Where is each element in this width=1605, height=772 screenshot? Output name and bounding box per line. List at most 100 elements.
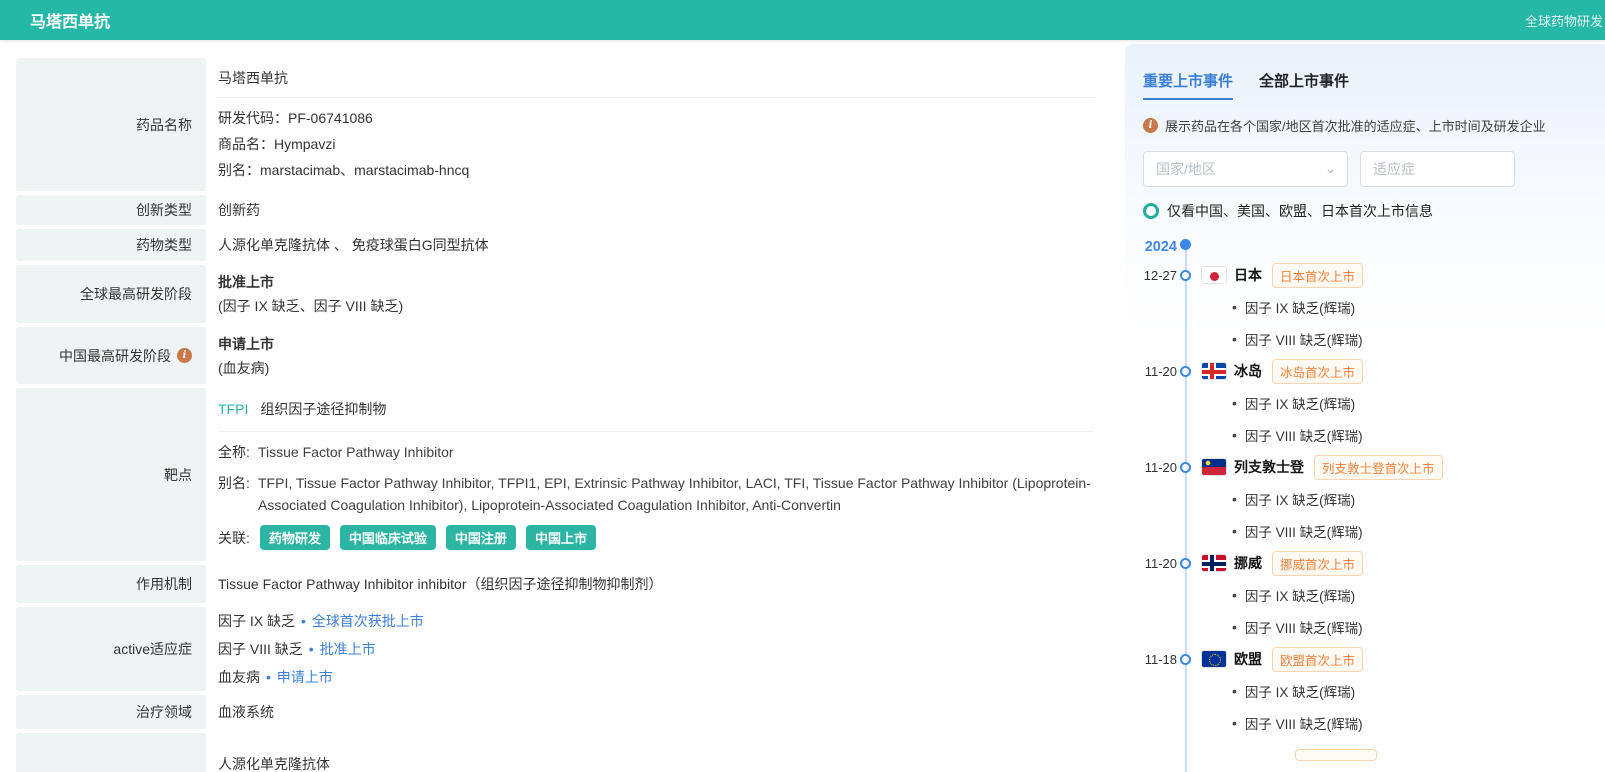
event-indication: 因子 VIII 缺乏(辉瑞)	[1232, 611, 1585, 643]
timeline-node	[1180, 461, 1191, 473]
trade-name: 商品名：Hympavzi	[218, 136, 336, 152]
row-label: 创新类型	[16, 195, 206, 225]
timeline-entry: 11-20 列支敦士登 列支敦士登首次上市 因子 IX 缺乏(辉瑞) 因子 VI…	[1143, 451, 1585, 547]
timeline-node	[1180, 653, 1191, 665]
events-tabs: 重要上市事件 全部上市事件	[1143, 70, 1585, 100]
iceland-flag-icon	[1201, 362, 1227, 380]
relation-tag-cn-market[interactable]: 中国上市	[525, 525, 596, 550]
row-label: 作用机制	[16, 565, 206, 603]
relation-tag-cn-clinical[interactable]: 中国临床试验	[339, 525, 436, 550]
panel-note: i 展示药品在各个国家/地区首次批准的适应症、上市时间及研发企业	[1143, 116, 1585, 135]
event-indication: 因子 IX 缺乏(辉瑞)	[1232, 291, 1585, 323]
app-header: 马塔西单抗 全球药物研发	[0, 0, 1605, 40]
country-name: 日本	[1234, 267, 1262, 283]
indication-name: 血友病	[218, 669, 260, 685]
indication-name: 因子 VIII 缺乏	[218, 641, 303, 657]
indication-status-link[interactable]: 批准上市	[303, 641, 376, 657]
row-label: 药物类型	[16, 229, 206, 261]
first-launch-tag: 日本首次上市	[1272, 262, 1364, 288]
row-label: 全球最高研发阶段	[16, 265, 206, 323]
country-name: 列支敦士登	[1234, 459, 1304, 475]
row-label: 靶点	[16, 388, 206, 561]
divider	[218, 431, 1094, 432]
row-value: Tissue Factor Pathway Inhibitor inhibito…	[206, 565, 1110, 603]
row-value: 马塔西单抗 研发代码：PF-06741086 商品名：Hympavzi 别名：m…	[206, 58, 1110, 191]
row-value: 人源化单克隆抗体 、 免疫球蛋白G同型抗体	[206, 229, 1110, 261]
first-launch-tag: 列支敦士登首次上市	[1314, 454, 1443, 480]
dev-code: 研发代码：PF-06741086	[218, 110, 373, 126]
main-content: 药品名称 马塔西单抗 研发代码：PF-06741086 商品名：Hympavzi…	[0, 40, 1605, 772]
timeline-node	[1180, 365, 1191, 377]
first-launch-tag: 冰岛首次上市	[1272, 358, 1364, 384]
indication-name: 因子 IX 缺乏	[218, 613, 296, 629]
row-value: TFPI 组织因子途径抑制物 全称: Tissue Factor Pathway…	[206, 388, 1110, 561]
timeline-entry: 11-20 挪威 挪威首次上市 因子 IX 缺乏(辉瑞) 因子 VIII 缺乏(…	[1143, 547, 1585, 643]
target-fullname-key: 全称:	[218, 444, 250, 460]
indication-status-link[interactable]: 全球首次获批上市	[295, 613, 424, 629]
event-indication: 因子 IX 缺乏(辉瑞)	[1232, 675, 1585, 707]
event-date: 12-27	[1143, 267, 1177, 283]
first-launch-tag: 挪威首次上市	[1272, 550, 1364, 576]
table-row: 药品名称 马塔西单抗 研发代码：PF-06741086 商品名：Hympavzi…	[16, 58, 1110, 191]
event-indication: 因子 VIII 缺乏(辉瑞)	[1232, 515, 1585, 547]
row-value: 批准上市 (因子 IX 缺乏、因子 VIII 缺乏)	[206, 265, 1110, 323]
page-title: 马塔西单抗	[30, 14, 111, 31]
row-label	[16, 733, 206, 772]
radio-button[interactable]	[1143, 203, 1159, 219]
target-relation-key: 关联:	[218, 529, 250, 546]
target-symbol-link[interactable]: TFPI	[218, 401, 248, 417]
drug-name: 马塔西单抗	[218, 70, 288, 86]
event-indication: 因子 VIII 缺乏(辉瑞)	[1232, 419, 1585, 451]
table-row: 中国最高研发阶段 i 申请上市 (血友病)	[16, 327, 1110, 384]
row-label-text: 中国最高研发阶段	[59, 347, 171, 364]
portal-name[interactable]: 全球药物研发	[1525, 11, 1603, 30]
antibody-type: 人源化单克隆抗体	[218, 756, 330, 772]
row-label: 药品名称	[16, 58, 206, 191]
launch-timeline: 2024 12-27 日本 日本首次上市 因子 IX 缺乏(辉瑞) 因子 VII…	[1143, 235, 1585, 772]
info-icon: i	[1143, 118, 1158, 133]
event-indication: 因子 VIII 缺乏(辉瑞)	[1232, 323, 1585, 355]
table-row: 治疗领域 血液系统	[16, 695, 1110, 729]
event-date: 11-18	[1144, 651, 1177, 667]
info-icon[interactable]: i	[177, 348, 192, 363]
event-indication: 因子 IX 缺乏(辉瑞)	[1232, 579, 1585, 611]
tab-important-events[interactable]: 重要上市事件	[1143, 70, 1234, 100]
relation-tag-cn-registration[interactable]: 中国注册	[445, 525, 516, 550]
table-row: 作用机制 Tissue Factor Pathway Inhibitor inh…	[16, 565, 1110, 603]
row-value: 因子 IX 缺乏全球首次获批上市 因子 VIII 缺乏批准上市 血友病申请上市	[206, 607, 1110, 691]
table-row: active适应症 因子 IX 缺乏全球首次获批上市 因子 VIII 缺乏批准上…	[16, 607, 1110, 691]
japan-flag-icon	[1201, 266, 1227, 284]
indication-status-link[interactable]: 申请上市	[260, 669, 333, 685]
country-name: 挪威	[1234, 555, 1262, 571]
event-date: 11-20	[1144, 555, 1177, 571]
target-name-cn: 组织因子途径抑制物	[260, 401, 387, 417]
event-indication: 因子 IX 缺乏(辉瑞)	[1232, 483, 1585, 515]
first-launch-tag: 欧盟首次上市	[1272, 646, 1364, 672]
row-value: 申请上市 (血友病)	[206, 327, 1110, 384]
table-row: 靶点 TFPI 组织因子途径抑制物 全称: Tissue Factor Path…	[16, 388, 1110, 561]
indication-input[interactable]	[1360, 151, 1515, 187]
table-row: 创新类型 创新药	[16, 195, 1110, 225]
timeline-node	[1180, 557, 1191, 569]
china-stage-scope: (血友病)	[218, 359, 270, 376]
relation-tag-drug-rd[interactable]: 药物研发	[259, 525, 330, 550]
timeline-node	[1180, 269, 1191, 281]
table-row: 人源化单克隆抗体 免疫球蛋白G同型抗体	[16, 733, 1110, 772]
country-select-placeholder: 国家/地区	[1156, 161, 1216, 177]
event-indication: 因子 IX 缺乏(辉瑞)	[1232, 387, 1585, 419]
country-name: 冰岛	[1234, 363, 1262, 379]
target-fullname: Tissue Factor Pathway Inhibitor	[258, 444, 454, 460]
chevron-down-icon: ⌄	[1324, 160, 1337, 177]
timeline-entry: 12-27 日本 日本首次上市 因子 IX 缺乏(辉瑞) 因子 VIII 缺乏(…	[1143, 259, 1585, 355]
timeline-year-dot	[1180, 238, 1191, 250]
global-stage: 批准上市	[218, 274, 274, 290]
timeline-entry: 11-20 冰岛 冰岛首次上市 因子 IX 缺乏(辉瑞) 因子 VIII 缺乏(…	[1143, 355, 1585, 451]
row-label: 治疗领域	[16, 695, 206, 729]
tab-all-events[interactable]: 全部上市事件	[1259, 70, 1349, 100]
row-label: 中国最高研发阶段 i	[16, 327, 206, 384]
country-select[interactable]: 国家/地区 ⌄	[1143, 151, 1348, 187]
next-entry-tag-partial	[1295, 749, 1377, 761]
alias-names: 别名：marstacimab、marstacimab-hncq	[218, 162, 470, 178]
panel-note-text: 展示药品在各个国家/地区首次批准的适应症、上市时间及研发企业	[1165, 119, 1546, 134]
norway-flag-icon	[1201, 554, 1227, 572]
